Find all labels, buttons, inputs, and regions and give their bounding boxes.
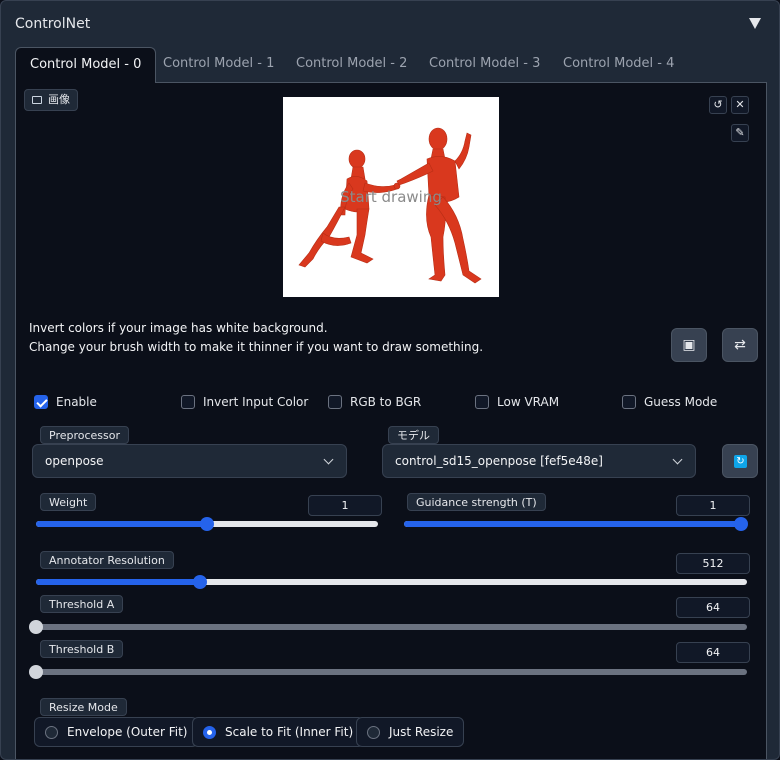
preprocessor-select[interactable]: openpose: [32, 444, 347, 478]
instruction-line-1: Invert colors if your image has white ba…: [29, 321, 328, 335]
checkbox-box: [181, 395, 195, 409]
image-label-text: 画像: [48, 93, 70, 106]
radio-label: Envelope (Outer Fit): [67, 725, 188, 739]
image-icon: [32, 96, 42, 104]
slider-thumb[interactable]: [734, 517, 748, 531]
tab-bar: Control Model - 0 Control Model - 1 Cont…: [15, 47, 767, 84]
resize-mode-label: Resize Mode: [40, 698, 127, 716]
threshold-a-input[interactable]: 64: [676, 597, 750, 618]
panel-title: ControlNet: [15, 16, 91, 32]
tab-control-model-0[interactable]: Control Model - 0: [15, 47, 157, 84]
threshold-a-label: Threshold A: [40, 595, 124, 613]
tab-control-model-2[interactable]: Control Model - 2: [296, 47, 407, 83]
chevron-down-icon: [672, 454, 683, 465]
canvas-placeholder: Start drawing: [340, 188, 442, 206]
model-value: control_sd15_openpose [fef5e48e]: [395, 454, 603, 468]
tab-control-model-4[interactable]: Control Model - 4: [563, 47, 674, 83]
radio-dot: [45, 726, 58, 739]
checkbox-label: Low VRAM: [497, 395, 560, 409]
checkbox-label: Enable: [56, 395, 97, 409]
close-icon[interactable]: ✕: [731, 96, 749, 114]
weight-input[interactable]: 1: [308, 495, 382, 516]
camera-icon: ▣: [682, 337, 696, 353]
low-vram-checkbox[interactable]: Low VRAM: [475, 395, 559, 411]
swap-button[interactable]: ⇄: [722, 328, 758, 362]
invert-input-color-checkbox[interactable]: Invert Input Color: [181, 395, 308, 411]
radio-dot: [367, 726, 380, 739]
controlnet-panel: ControlNet Control Model - 0 Control Mod…: [0, 0, 780, 760]
refresh-icon: ↻: [734, 455, 747, 468]
annotator-resolution-input[interactable]: 512: [676, 553, 750, 574]
slider-fill: [36, 521, 207, 527]
checkbox-box: [622, 395, 636, 409]
slider-thumb[interactable]: [29, 620, 43, 634]
preprocessor-label: Preprocessor: [40, 426, 130, 444]
undo-icon[interactable]: ↺: [709, 96, 727, 114]
weight-slider[interactable]: [36, 517, 378, 531]
resize-option-just-resize[interactable]: Just Resize: [356, 717, 465, 747]
threshold-b-label: Threshold B: [40, 640, 124, 658]
camera-button[interactable]: ▣: [671, 328, 707, 362]
checkbox-label: Guess Mode: [644, 395, 718, 409]
threshold-b-input[interactable]: 64: [676, 642, 750, 663]
chevron-down-icon: [323, 454, 334, 465]
checkbox-box: [475, 395, 489, 409]
slider-thumb[interactable]: [192, 575, 207, 589]
guess-mode-checkbox[interactable]: Guess Mode: [622, 395, 717, 411]
resize-option-scale-to-fit[interactable]: Scale to Fit (Inner Fit): [192, 717, 365, 747]
resize-option-envelope[interactable]: Envelope (Outer Fit): [34, 717, 199, 747]
brush-icon[interactable]: ✎: [731, 124, 749, 142]
drawing-canvas[interactable]: Start drawing: [283, 97, 499, 297]
annotator-resolution-label: Annotator Resolution: [40, 551, 174, 569]
preprocessor-value: openpose: [45, 454, 104, 468]
enable-checkbox[interactable]: Enable: [34, 395, 97, 411]
slider-thumb[interactable]: [29, 665, 43, 679]
instructions-text: Invert colors if your image has white ba…: [29, 319, 483, 357]
rgb-to-bgr-checkbox[interactable]: RGB to BGR: [328, 395, 421, 411]
checkbox-label: Invert Input Color: [203, 395, 309, 409]
threshold-b-slider[interactable]: [29, 665, 747, 679]
weight-label: Weight: [40, 493, 97, 511]
slider-fill: [404, 521, 741, 527]
radio-dot: [203, 726, 216, 739]
swap-arrows-icon: ⇄: [734, 337, 746, 353]
radio-label: Just Resize: [389, 725, 454, 739]
checkbox-label: RGB to BGR: [350, 395, 422, 409]
guidance-strength-input[interactable]: 1: [676, 495, 750, 516]
checkbox-box: [328, 395, 342, 409]
tab-control-model-3[interactable]: Control Model - 3: [429, 47, 540, 83]
refresh-models-button[interactable]: ↻: [722, 444, 758, 478]
threshold-a-slider[interactable]: [29, 620, 747, 634]
slider-thumb[interactable]: [200, 517, 214, 531]
checkbox-box: [34, 395, 48, 409]
tab-content: 画像 Start drawing ↺ ✕ ✎ Invert colors if …: [15, 83, 767, 759]
slider-fill: [36, 579, 200, 585]
image-label: 画像: [24, 89, 78, 111]
guidance-strength-slider[interactable]: [404, 517, 748, 531]
model-label: モデル: [388, 426, 439, 444]
instruction-line-2: Change your brush width to make it thinn…: [29, 340, 484, 354]
tab-control-model-1[interactable]: Control Model - 1: [163, 47, 274, 83]
model-select[interactable]: control_sd15_openpose [fef5e48e]: [382, 444, 696, 478]
radio-label: Scale to Fit (Inner Fit): [225, 725, 354, 739]
guidance-strength-label: Guidance strength (T): [407, 493, 546, 511]
annotator-resolution-slider[interactable]: [36, 575, 747, 589]
collapse-toggle-icon[interactable]: [749, 18, 761, 29]
